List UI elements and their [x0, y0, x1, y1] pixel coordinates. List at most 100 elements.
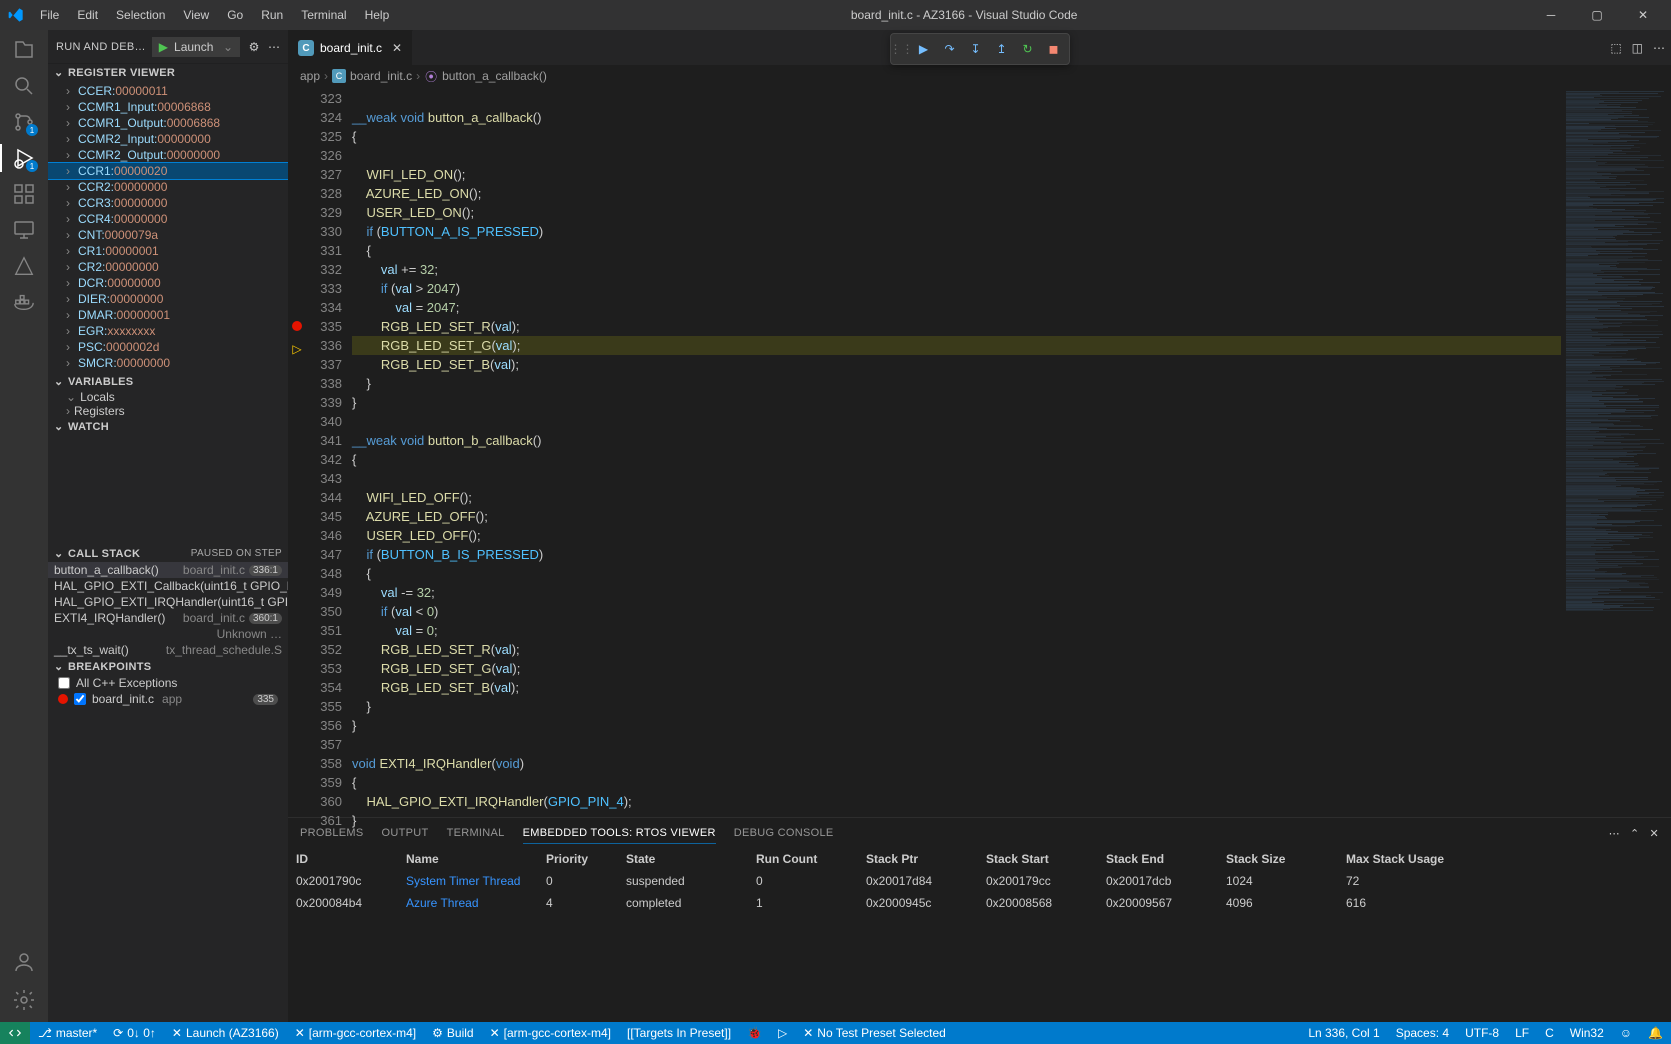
cursor-position[interactable]: Ln 336, Col 1	[1300, 1026, 1387, 1040]
notifications-icon[interactable]: 🔔	[1640, 1026, 1671, 1040]
register-row-ccr2[interactable]: ›CCR2: 00000000	[48, 179, 288, 195]
callstack-frame[interactable]: HAL_GPIO_EXTI_IRQHandler(uint16_t GPIO	[48, 594, 288, 610]
panel-close-icon[interactable]: ✕	[1649, 827, 1659, 840]
thread-link[interactable]: System Timer Thread	[406, 874, 546, 888]
tab-board-init[interactable]: C board_init.c ✕	[288, 30, 413, 65]
section-breakpoints[interactable]: ⌄Breakpoints	[48, 658, 288, 675]
register-row-dcr[interactable]: ›DCR: 00000000	[48, 275, 288, 291]
editor-body[interactable]: ▷ 32332432532632732832933033133233333433…	[288, 87, 1671, 817]
open-changes-icon[interactable]: ⬚	[1610, 41, 1621, 55]
accounts-icon[interactable]	[12, 950, 36, 974]
split-editor-icon[interactable]: ◫	[1632, 41, 1643, 55]
launch-config-select[interactable]: ▶ Launch ⌄	[152, 37, 240, 57]
menu-file[interactable]: File	[32, 4, 67, 26]
register-row-cnt[interactable]: ›CNT: 0000079a	[48, 227, 288, 243]
register-row-ccr3[interactable]: ›CCR3: 00000000	[48, 195, 288, 211]
menu-help[interactable]: Help	[357, 4, 398, 26]
eol[interactable]: LF	[1507, 1026, 1537, 1040]
menu-view[interactable]: View	[175, 4, 217, 26]
register-row-cr1[interactable]: ›CR1: 00000001	[48, 243, 288, 259]
callstack-frame[interactable]: EXTI4_IRQHandler()board_init.c360:1	[48, 610, 288, 626]
cmake-launch[interactable]: ✕Launch (AZ3166)	[164, 1022, 287, 1044]
launch-settings-icon[interactable]: ⚙	[246, 40, 262, 54]
register-row-ccr4[interactable]: ›CCR4: 00000000	[48, 211, 288, 227]
menu-go[interactable]: Go	[219, 4, 251, 26]
toolchain-2[interactable]: ✕[arm-gcc-cortex-m4]	[482, 1022, 619, 1044]
indent[interactable]: Spaces: 4	[1388, 1026, 1457, 1040]
breakpoint-all-cpp[interactable]: All C++ Exceptions	[48, 675, 288, 691]
run-debug-icon[interactable]: 1	[12, 146, 36, 170]
bp-file-check[interactable]	[74, 693, 86, 705]
breadcrumb-symbol[interactable]: ⦿button_a_callback()	[424, 69, 547, 83]
rtos-row[interactable]: 0x2001790cSystem Timer Thread0suspended0…	[296, 870, 1663, 892]
breadcrumbs[interactable]: app › Cboard_init.c › ⦿button_a_callback…	[288, 65, 1671, 87]
tab-close-icon[interactable]: ✕	[392, 41, 402, 55]
stop-icon[interactable]: ◼	[1042, 37, 1066, 61]
register-row-psc[interactable]: ›PSC: 0000002d	[48, 339, 288, 355]
breadcrumb-file[interactable]: Cboard_init.c	[332, 69, 412, 83]
register-row-dier[interactable]: ›DIER: 00000000	[48, 291, 288, 307]
register-row-ccmr1_output[interactable]: ›CCMR1_Output: 00006868	[48, 115, 288, 131]
menu-run[interactable]: Run	[253, 4, 291, 26]
toolchain-1[interactable]: ✕[arm-gcc-cortex-m4]	[287, 1022, 424, 1044]
remote-explorer-icon[interactable]	[12, 218, 36, 242]
source-control-icon[interactable]: 1	[12, 110, 36, 134]
restart-icon[interactable]: ↻	[1016, 37, 1040, 61]
callstack-frame[interactable]: __tx_ts_wait()tx_thread_schedule.S	[48, 642, 288, 658]
maximize-icon[interactable]: ▢	[1577, 1, 1617, 29]
section-variables[interactable]: ⌄Variables	[48, 373, 288, 390]
close-icon[interactable]: ✕	[1623, 1, 1663, 29]
remote-indicator[interactable]	[0, 1022, 30, 1044]
search-icon[interactable]	[12, 74, 36, 98]
extensions-icon[interactable]	[12, 182, 36, 206]
register-row-ccmr1_input[interactable]: ›CCMR1_Input: 00006868	[48, 99, 288, 115]
section-register-viewer[interactable]: ⌄Register Viewer	[48, 64, 288, 81]
register-row-dmar[interactable]: ›DMAR: 00000001	[48, 307, 288, 323]
register-row-ccer[interactable]: ›CCER: 00000011	[48, 83, 288, 99]
minimize-icon[interactable]: ─	[1531, 1, 1571, 29]
feedback-icon[interactable]: ☺	[1612, 1026, 1640, 1040]
code-content[interactable]: __weak void button_a_callback(){ WIFI_LE…	[352, 87, 1561, 817]
callstack-frame[interactable]: HAL_GPIO_EXTI_Callback(uint16_t GPIO_P	[48, 578, 288, 594]
cmake-icon[interactable]	[12, 254, 36, 278]
callstack-frame[interactable]: Unknown …	[48, 626, 288, 642]
breakpoint-gutter[interactable]: ▷	[288, 87, 306, 817]
language-mode[interactable]: C	[1537, 1026, 1562, 1040]
more-icon[interactable]: ⋯	[268, 40, 280, 54]
step-into-icon[interactable]: ↧	[964, 37, 988, 61]
section-watch[interactable]: ⌄Watch	[48, 418, 288, 435]
rtos-row[interactable]: 0x200084b4Azure Thread4completed10x20009…	[296, 892, 1663, 914]
menu-terminal[interactable]: Terminal	[293, 4, 354, 26]
step-over-icon[interactable]: ↷	[938, 37, 962, 61]
settings-gear-icon[interactable]	[12, 988, 36, 1012]
build-button[interactable]: ⚙Build	[424, 1022, 481, 1044]
step-out-icon[interactable]: ↥	[990, 37, 1014, 61]
panel-more-icon[interactable]: ⋯	[1609, 827, 1620, 840]
breakpoint-file[interactable]: board_init.c app 335	[48, 691, 288, 707]
debug-target-icon[interactable]: 🐞	[739, 1022, 770, 1044]
explorer-icon[interactable]	[12, 38, 36, 62]
test-preset[interactable]: ✕No Test Preset Selected	[795, 1022, 954, 1044]
minimap[interactable]	[1561, 87, 1671, 817]
debug-toolbar[interactable]: ⋮⋮ ▶ ↷ ↧ ↥ ↻ ◼	[890, 33, 1070, 65]
variables-locals[interactable]: ⌄Locals	[48, 390, 288, 404]
git-sync[interactable]: ⟳0↓ 0↑	[105, 1022, 164, 1044]
targets[interactable]: [[Targets In Preset]]	[619, 1022, 739, 1044]
breadcrumb-app[interactable]: app	[300, 69, 320, 83]
menu-selection[interactable]: Selection	[108, 4, 173, 26]
docker-icon[interactable]	[12, 290, 36, 314]
panel-maximize-icon[interactable]: ⌃	[1630, 827, 1640, 840]
tab-more-icon[interactable]: ⋯	[1653, 41, 1665, 55]
register-row-ccmr2_output[interactable]: ›CCMR2_Output: 00000000	[48, 147, 288, 163]
run-target-icon[interactable]: ▷	[770, 1022, 795, 1044]
register-row-egr[interactable]: ›EGR: xxxxxxxx	[48, 323, 288, 339]
section-callstack[interactable]: ⌄Call StackPAUSED ON STEP	[48, 545, 288, 562]
git-branch[interactable]: ⎇master*	[30, 1022, 105, 1044]
register-row-smcr[interactable]: ›SMCR: 00000000	[48, 355, 288, 371]
callstack-frame[interactable]: button_a_callback()board_init.c336:1	[48, 562, 288, 578]
drag-handle-icon[interactable]: ⋮⋮	[894, 42, 910, 56]
continue-icon[interactable]: ▶	[912, 37, 936, 61]
thread-link[interactable]: Azure Thread	[406, 896, 546, 910]
os[interactable]: Win32	[1562, 1026, 1612, 1040]
bp-all-cpp-check[interactable]	[58, 677, 70, 689]
